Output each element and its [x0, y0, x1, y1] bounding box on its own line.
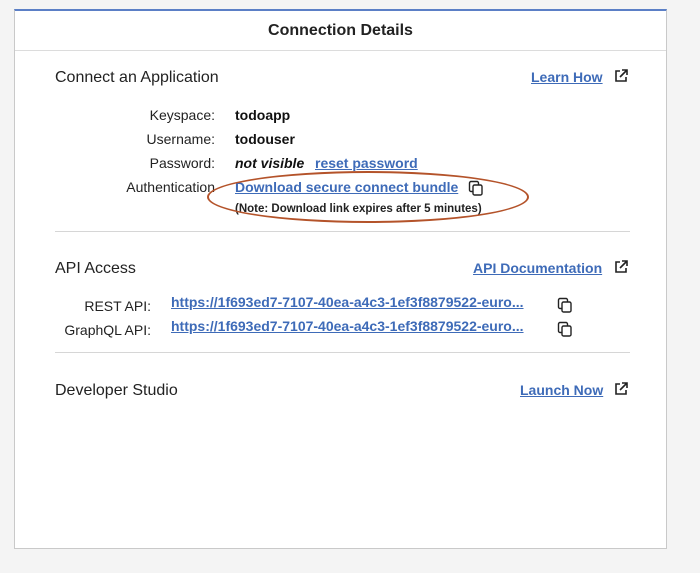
launch-now-link[interactable]: Launch Now [520, 382, 603, 398]
password-value: not visible [235, 155, 305, 171]
section-divider [55, 352, 630, 353]
graphql-api-url[interactable]: https://1f693ed7-7107-40ea-a4c3-1ef3f887… [171, 318, 524, 334]
copy-icon[interactable] [557, 321, 573, 338]
connection-details-panel: Connection Details Connect an Applicatio… [14, 9, 667, 549]
reset-password-link[interactable]: reset password [315, 155, 418, 171]
api-documentation-link[interactable]: API Documentation [473, 260, 602, 276]
external-link-icon[interactable] [613, 68, 629, 84]
graphql-api-label: GraphQL API: [64, 322, 151, 338]
copy-icon[interactable] [557, 297, 573, 314]
username-value: todouser [235, 131, 295, 147]
learn-how-link[interactable]: Learn How [531, 69, 603, 85]
panel-title: Connection Details [15, 11, 666, 51]
section-divider [55, 231, 630, 232]
rest-api-url[interactable]: https://1f693ed7-7107-40ea-a4c3-1ef3f887… [171, 294, 524, 310]
keyspace-label: Keyspace: [149, 107, 215, 123]
keyspace-value: todoapp [235, 107, 291, 123]
copy-icon[interactable] [468, 180, 484, 197]
username-label: Username: [146, 131, 215, 147]
developer-studio-title: Developer Studio [55, 382, 178, 399]
rest-api-label: REST API: [84, 298, 151, 314]
external-link-icon[interactable] [613, 381, 629, 397]
authentication-label: Authentication [126, 179, 215, 195]
connect-app-title: Connect an Application [55, 69, 219, 86]
download-bundle-link[interactable]: Download secure connect bundle [235, 179, 458, 195]
download-note: (Note: Download link expires after 5 min… [235, 203, 482, 215]
password-label: Password: [149, 155, 215, 171]
api-access-title: API Access [55, 260, 136, 277]
external-link-icon[interactable] [613, 259, 629, 275]
